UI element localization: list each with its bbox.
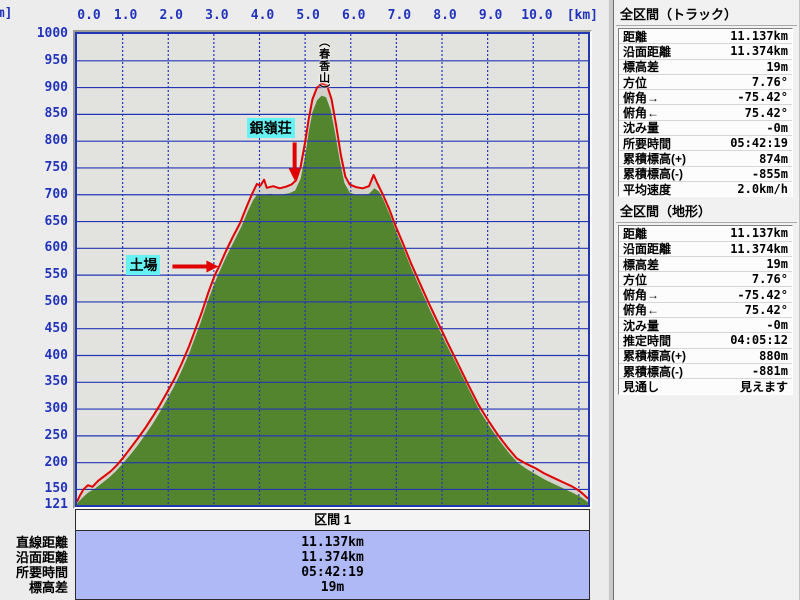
x-tick-label: 5.0 — [293, 8, 323, 23]
x-tick-label: 8.0 — [430, 8, 460, 23]
section-table-body: 11.137km11.374km05:42:1919m — [76, 531, 589, 599]
stat-value: 75.42° — [745, 303, 788, 317]
stat-value: 11.137km — [730, 226, 788, 240]
stat-label: 見通し — [623, 378, 659, 395]
section-table-row-labels: 直線距離沿面距離所要時間標高差 — [0, 535, 68, 595]
statistics-panel: 全区間（トラック）距離11.137km沿面距離11.374km標高差19m方位7… — [613, 0, 800, 600]
y-tick-label: 950 — [26, 53, 68, 68]
x-tick-label: 10.0 — [521, 8, 551, 23]
stat-value: 880m — [759, 349, 788, 363]
stat-value: -855m — [752, 167, 788, 181]
x-tick-label: 4.0 — [248, 8, 278, 23]
stat-value: 19m — [766, 257, 788, 271]
elevation-profile-region: [m] [km] 0.0 1.0 2.0 3.0 4.0 5.0 6.0 7.0 8.0 9.0 1… — [0, 0, 608, 600]
x-tick-label: 0.0 — [74, 8, 104, 23]
panel-stat-row: 平均速度 2.0km/h — [619, 182, 792, 196]
y-tick-label: 121 — [26, 497, 68, 512]
stat-value: -0m — [766, 318, 788, 332]
stat-value: 2.0km/h — [737, 182, 788, 196]
x-tick-label: 9.0 — [476, 8, 506, 23]
panel-section-title: 全区間（トラック） — [616, 5, 797, 26]
panel-section-table: 距離11.137km沿面距離11.374km標高差19m方位7.76°俯角→-7… — [618, 28, 793, 197]
stat-value: 見えます — [740, 378, 788, 395]
y-tick-label: 450 — [26, 321, 68, 336]
stat-value: -0m — [766, 121, 788, 135]
stat-value: 11.137km — [730, 29, 788, 43]
y-tick-label: 700 — [26, 187, 68, 202]
x-tick-label: 7.0 — [384, 8, 414, 23]
section-row-label: 沿面距離 — [0, 550, 68, 565]
y-tick-label: 1000 — [26, 26, 68, 41]
x-tick-label: 2.0 — [156, 8, 186, 23]
stat-value: 7.76° — [752, 272, 788, 286]
section-table-header: 区間 1 — [76, 510, 589, 531]
stat-value: 11.374km — [730, 242, 788, 256]
stat-value: -75.42° — [737, 288, 788, 302]
panel-section-table: 距離11.137km沿面距離11.374km標高差19m方位7.76°俯角→-7… — [618, 225, 793, 394]
y-tick-label: 350 — [26, 374, 68, 389]
stat-value: 19m — [766, 60, 788, 74]
section-value: 05:42:19 — [76, 565, 589, 580]
y-tick-label: 150 — [26, 481, 68, 496]
panel-section-title: 全区間（地形） — [616, 202, 797, 223]
x-tick-label: 6.0 — [339, 8, 369, 23]
annotation-ginreiso: 銀嶺荘 — [247, 118, 295, 138]
annotation-doba: 土場 — [126, 255, 160, 275]
y-tick-label: 400 — [26, 348, 68, 363]
y-tick-label: 750 — [26, 160, 68, 175]
y-tick-label: 300 — [26, 401, 68, 416]
section-row-label: 直線距離 — [0, 535, 68, 550]
y-tick-label: 500 — [26, 294, 68, 309]
stat-value: 11.374km — [730, 44, 788, 58]
stat-label: 平均速度 — [623, 181, 671, 198]
section-row-label: 標高差 — [0, 580, 68, 595]
x-tick-label: 3.0 — [202, 8, 232, 23]
section-value: 11.374km — [76, 550, 589, 565]
peak-annotation-harukayama: （春香山） — [317, 36, 331, 96]
x-axis-unit-label: [km] — [556, 8, 598, 23]
stat-value: -75.42° — [737, 90, 788, 104]
y-axis-unit-label: [m] — [0, 6, 12, 21]
section-value: 19m — [76, 580, 589, 595]
y-tick-label: 900 — [26, 80, 68, 95]
stat-value: 05:42:19 — [730, 136, 788, 150]
section-summary-table: 区間 1 11.137km11.374km05:42:1919m — [75, 509, 590, 600]
stat-value: 75.42° — [745, 106, 788, 120]
y-tick-label: 600 — [26, 240, 68, 255]
y-tick-label: 650 — [26, 214, 68, 229]
stat-value: 7.76° — [752, 75, 788, 89]
section-row-label: 所要時間 — [0, 565, 68, 580]
x-tick-label: 1.0 — [111, 8, 141, 23]
stat-value: 874m — [759, 152, 788, 166]
y-tick-label: 550 — [26, 267, 68, 282]
y-tick-label: 850 — [26, 106, 68, 121]
panel-stat-row: 見通し 見えます — [619, 379, 792, 393]
section-value: 11.137km — [76, 535, 589, 550]
stat-value: -881m — [752, 364, 788, 378]
y-tick-label: 250 — [26, 428, 68, 443]
stat-value: 04:05:12 — [730, 333, 788, 347]
y-tick-label: 800 — [26, 133, 68, 148]
y-tick-label: 200 — [26, 455, 68, 470]
